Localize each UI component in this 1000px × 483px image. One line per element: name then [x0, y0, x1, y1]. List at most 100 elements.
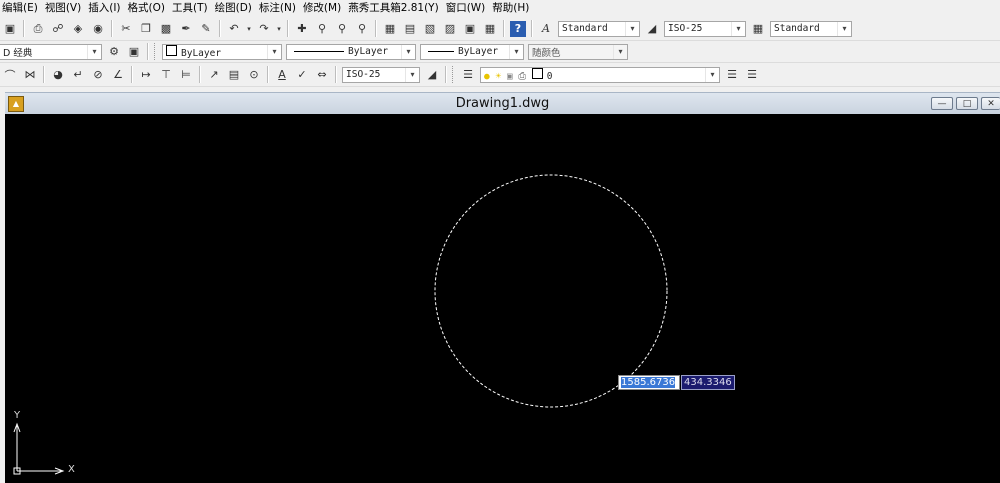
- drawing-svg: [13, 174, 668, 475]
- menu-format[interactable]: 格式(O): [126, 0, 170, 16]
- toolbar-separator: [503, 20, 505, 37]
- workspace-save-icon[interactable]: ▣: [126, 44, 142, 60]
- chevron-down-icon: ▾: [731, 21, 745, 36]
- sheet-set-icon[interactable]: ▨: [442, 21, 458, 37]
- menu-dimension[interactable]: 标注(N): [257, 0, 301, 16]
- dim-edit-icon[interactable]: A: [274, 67, 290, 83]
- layer-properties-icon[interactable]: ☰: [460, 67, 476, 83]
- dimension-style-select[interactable]: ISO-25 ▾: [664, 20, 746, 37]
- restore-button[interactable]: □: [956, 97, 978, 110]
- make-object-layer-current-icon[interactable]: ☰: [724, 67, 740, 83]
- dim-update-icon[interactable]: ⇔: [314, 67, 330, 83]
- center-mark-icon[interactable]: ⊙: [246, 67, 262, 83]
- zoom-window-icon[interactable]: ⚲: [334, 21, 350, 37]
- publish-icon[interactable]: ◈: [70, 21, 86, 37]
- dynamic-input-x-field[interactable]: 1585.6736: [618, 375, 680, 390]
- menu-view[interactable]: 视图(V): [43, 0, 86, 16]
- menu-tools[interactable]: 工具(T): [170, 0, 213, 16]
- redo-dropdown-icon[interactable]: ▾: [276, 21, 282, 37]
- workspace-select[interactable]: D 经典 ▾: [0, 43, 102, 60]
- linetype-control-select[interactable]: ByLayer ▾: [286, 43, 416, 60]
- jogged-dim-icon[interactable]: ↵: [70, 67, 86, 83]
- sun-icon[interactable]: ☀: [495, 71, 501, 82]
- tolerance-icon[interactable]: ▤: [226, 67, 242, 83]
- layer-value: 0: [546, 70, 553, 82]
- undo-icon[interactable]: ↶: [226, 21, 242, 37]
- diameter-dim-icon[interactable]: ⊘: [90, 67, 106, 83]
- toolbar-grip[interactable]: [154, 43, 158, 60]
- print-icon[interactable]: ⎙: [30, 21, 46, 37]
- undo-dropdown-icon[interactable]: ▾: [246, 21, 252, 37]
- copy-icon[interactable]: ❐: [138, 21, 154, 37]
- help-icon[interactable]: ?: [510, 20, 526, 37]
- dimension-style-value: ISO-25: [668, 23, 703, 34]
- calculator-icon[interactable]: ▦: [482, 21, 498, 37]
- dynamic-input-x-value: 1585.6736: [621, 377, 676, 388]
- match-properties-icon[interactable]: ✒: [178, 21, 194, 37]
- drawing-window-title: Drawing1.dwg: [455, 96, 550, 111]
- menu-window[interactable]: 窗口(W): [444, 0, 491, 16]
- block-editor-icon[interactable]: ✎: [198, 21, 214, 37]
- pan-icon[interactable]: ✚: [294, 21, 310, 37]
- save-icon[interactable]: ▣: [2, 21, 18, 37]
- zoom-previous-icon[interactable]: ⚲: [354, 21, 370, 37]
- baseline-dim-icon[interactable]: ⊤: [158, 67, 174, 83]
- menu-yanxiu-toolbox[interactable]: 燕秀工具箱2.81(Y): [346, 0, 444, 16]
- close-button[interactable]: ✕: [981, 97, 1000, 110]
- layer-previous-icon[interactable]: ☰: [744, 67, 760, 83]
- quick-dim-icon[interactable]: ↦: [138, 67, 154, 83]
- lightbulb-icon[interactable]: ●: [484, 71, 490, 82]
- drawing-canvas[interactable]: Y X 1585.6736 434.3346: [5, 114, 1000, 483]
- menu-modify[interactable]: 修改(M): [301, 0, 346, 16]
- chevron-down-icon: ▾: [625, 21, 639, 36]
- print-preview-icon[interactable]: ☍: [50, 21, 66, 37]
- color-control-select[interactable]: ByLayer ▾: [162, 43, 282, 60]
- table-style-select[interactable]: Standard ▾: [770, 20, 852, 37]
- arc-length-dim-icon[interactable]: ⌒: [2, 67, 18, 83]
- toolbar-separator: [43, 66, 45, 83]
- text-style-icon[interactable]: A: [538, 21, 554, 37]
- minimize-button[interactable]: —: [931, 97, 953, 110]
- drawing-window-titlebar[interactable]: ▲ Drawing1.dwg — □ ✕: [5, 92, 1000, 115]
- toolbar-grip[interactable]: [452, 66, 456, 83]
- menu-draw[interactable]: 绘图(D): [213, 0, 257, 16]
- plot-icon[interactable]: ⎙: [518, 71, 526, 82]
- dimension-style-icon[interactable]: ◢: [644, 21, 660, 37]
- design-center-icon[interactable]: ▤: [402, 21, 418, 37]
- tool-palettes-icon[interactable]: ▧: [422, 21, 438, 37]
- paste-icon[interactable]: ▩: [158, 21, 174, 37]
- toolbar-separator: [445, 66, 447, 83]
- table-style-icon[interactable]: ▦: [750, 21, 766, 37]
- dimension-style-manager-icon[interactable]: ◢: [424, 67, 440, 83]
- chevron-down-icon: ▾: [837, 21, 851, 36]
- lineweight-control-select[interactable]: ByLayer ▾: [420, 43, 524, 60]
- zoom-realtime-icon[interactable]: ⚲: [314, 21, 330, 37]
- menu-insert[interactable]: 插入(I): [86, 0, 125, 16]
- chevron-down-icon: ▾: [613, 44, 627, 59]
- cut-icon[interactable]: ✂: [118, 21, 134, 37]
- redo-icon[interactable]: ↷: [256, 21, 272, 37]
- markup-icon[interactable]: ▣: [462, 21, 478, 37]
- lock-icon[interactable]: ▣: [507, 71, 513, 82]
- plot-icon[interactable]: ◉: [90, 21, 106, 37]
- ordinate-dim-icon[interactable]: ⋈: [22, 67, 38, 83]
- toolbar-separator: [267, 66, 269, 83]
- menu-help[interactable]: 帮助(H): [490, 0, 534, 16]
- continue-dim-icon[interactable]: ⊨: [178, 67, 194, 83]
- dashed-circle-preview: [434, 174, 668, 408]
- dim-style-control-select[interactable]: ISO-25 ▾: [342, 66, 420, 83]
- toolbar-separator: [147, 43, 149, 60]
- plot-style-select[interactable]: 随颜色 ▾: [528, 43, 628, 60]
- dim-text-edit-icon[interactable]: ✓: [294, 67, 310, 83]
- angular-dim-icon[interactable]: ∠: [110, 67, 126, 83]
- standard-toolbar: ▣ ⎙ ☍ ◈ ◉ ✂ ❐ ▩ ✒ ✎ ↶ ▾ ↷ ▾ ✚ ⚲ ⚲ ⚲ ▦ ▤ …: [0, 17, 1000, 41]
- text-style-select[interactable]: Standard ▾: [558, 20, 640, 37]
- lineweight-value: ByLayer: [458, 46, 499, 57]
- menu-edit[interactable]: 编辑(E): [0, 0, 43, 16]
- layer-control-select[interactable]: ● ☀ ▣ ⎙ 0 ▾: [480, 66, 720, 83]
- dynamic-input-y-field[interactable]: 434.3346: [681, 375, 735, 390]
- radius-dim-icon[interactable]: ◕: [50, 67, 66, 83]
- leader-icon[interactable]: ↗: [206, 67, 222, 83]
- properties-icon[interactable]: ▦: [382, 21, 398, 37]
- workspace-settings-icon[interactable]: ⚙: [106, 44, 122, 60]
